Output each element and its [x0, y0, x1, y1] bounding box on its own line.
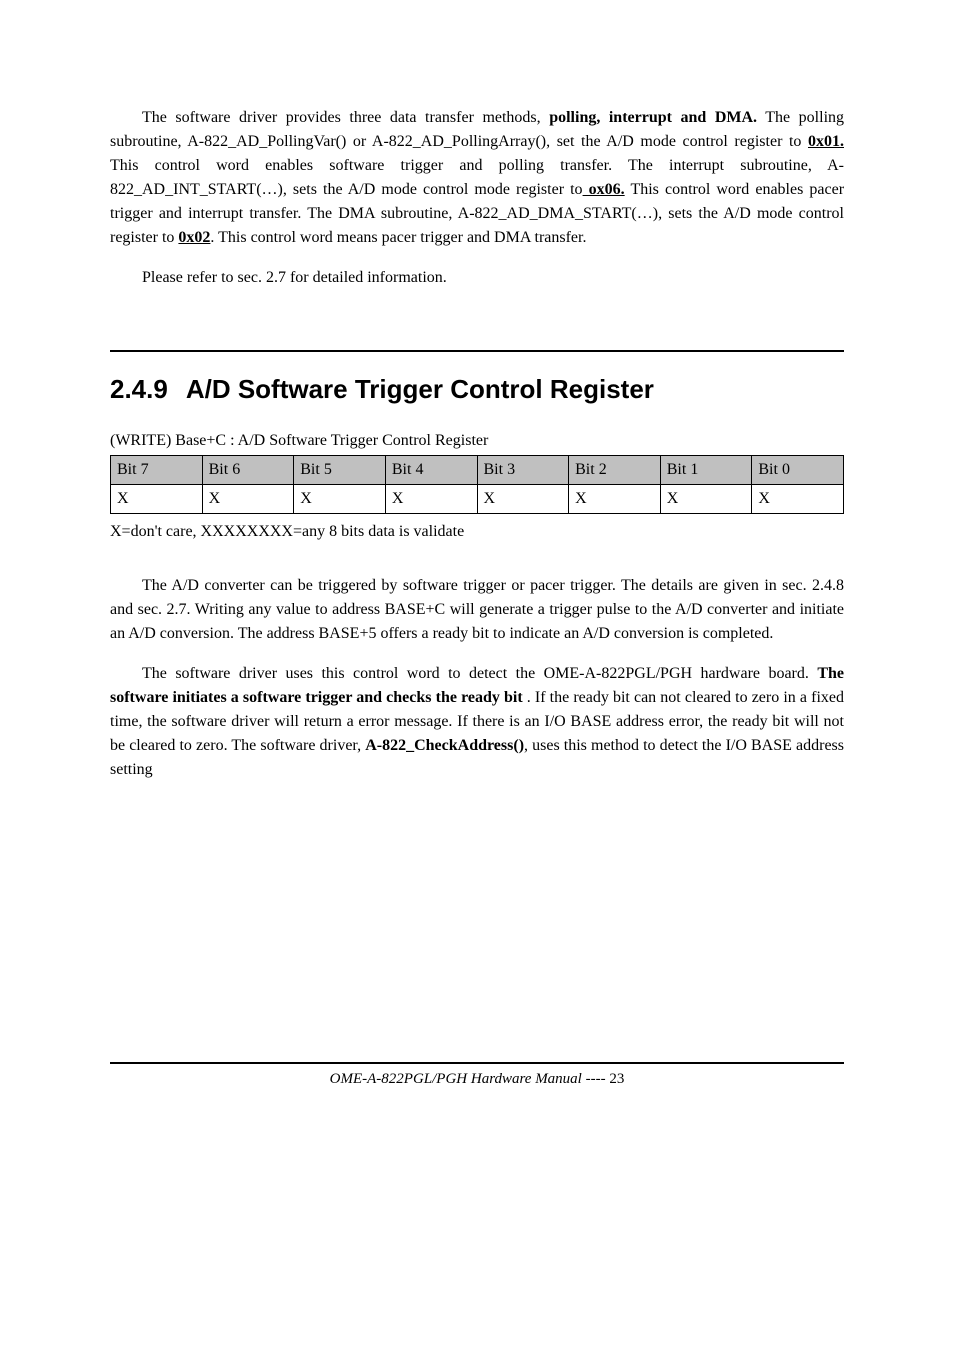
table-row: X X X X X X X X [111, 485, 844, 514]
table-header-cell: Bit 1 [660, 456, 752, 485]
table-cell: X [477, 485, 569, 514]
table-header-cell: Bit 3 [477, 456, 569, 485]
table-cell: X [385, 485, 477, 514]
table-note: X=don't care, XXXXXXXX=any 8 bits data i… [110, 520, 844, 544]
table-caption: (WRITE) Base+C : A/D Software Trigger Co… [110, 429, 844, 453]
table-header-cell: Bit 7 [111, 456, 203, 485]
footer-page-number: ---- 23 [582, 1071, 624, 1087]
table-header-cell: Bit 4 [385, 456, 477, 485]
table-cell: X [294, 485, 386, 514]
text: The software driver uses this control wo… [142, 665, 817, 682]
table-header-cell: Bit 0 [752, 456, 844, 485]
bits-table: Bit 7 Bit 6 Bit 5 Bit 4 Bit 3 Bit 2 Bit … [110, 455, 844, 514]
footer-rule [110, 1062, 844, 1064]
text: The software driver provides three data … [142, 109, 549, 126]
underline-bold-text: ox06. [583, 181, 625, 198]
page-footer: OME-A-822PGL/PGH Hardware Manual ---- 23 [110, 1068, 844, 1091]
underline-bold-text: 0x02 [178, 229, 210, 246]
section-heading: 2.4.9 A/D Software Trigger Control Regist… [110, 370, 844, 409]
paragraph-driver-methods: The software driver provides three data … [110, 106, 844, 250]
text: . This control word means pacer trigger … [210, 229, 586, 246]
table-header-cell: Bit 2 [569, 456, 661, 485]
table-cell: X [111, 485, 203, 514]
bold-text: A-822_CheckAddress() [365, 737, 524, 754]
bold-text: polling, interrupt and DMA. [549, 109, 757, 126]
footer-title: OME-A-822PGL/PGH Hardware Manual [330, 1071, 582, 1087]
paragraph-converter-trigger: The A/D converter can be triggered by so… [110, 574, 844, 646]
table-header-row: Bit 7 Bit 6 Bit 5 Bit 4 Bit 3 Bit 2 Bit … [111, 456, 844, 485]
paragraph-reference: Please refer to sec. 2.7 for detailed in… [110, 266, 844, 290]
underline-bold-text: 0x01. [808, 133, 844, 150]
table-header-cell: Bit 6 [202, 456, 294, 485]
table-cell: X [202, 485, 294, 514]
section-title: A/D Software Trigger Control Register [186, 374, 654, 404]
table-cell: X [569, 485, 661, 514]
section-rule [110, 350, 844, 352]
table-cell: X [660, 485, 752, 514]
table-header-cell: Bit 5 [294, 456, 386, 485]
table-cell: X [752, 485, 844, 514]
paragraph-software-driver: The software driver uses this control wo… [110, 662, 844, 782]
section-number: 2.4.9 [110, 370, 168, 409]
